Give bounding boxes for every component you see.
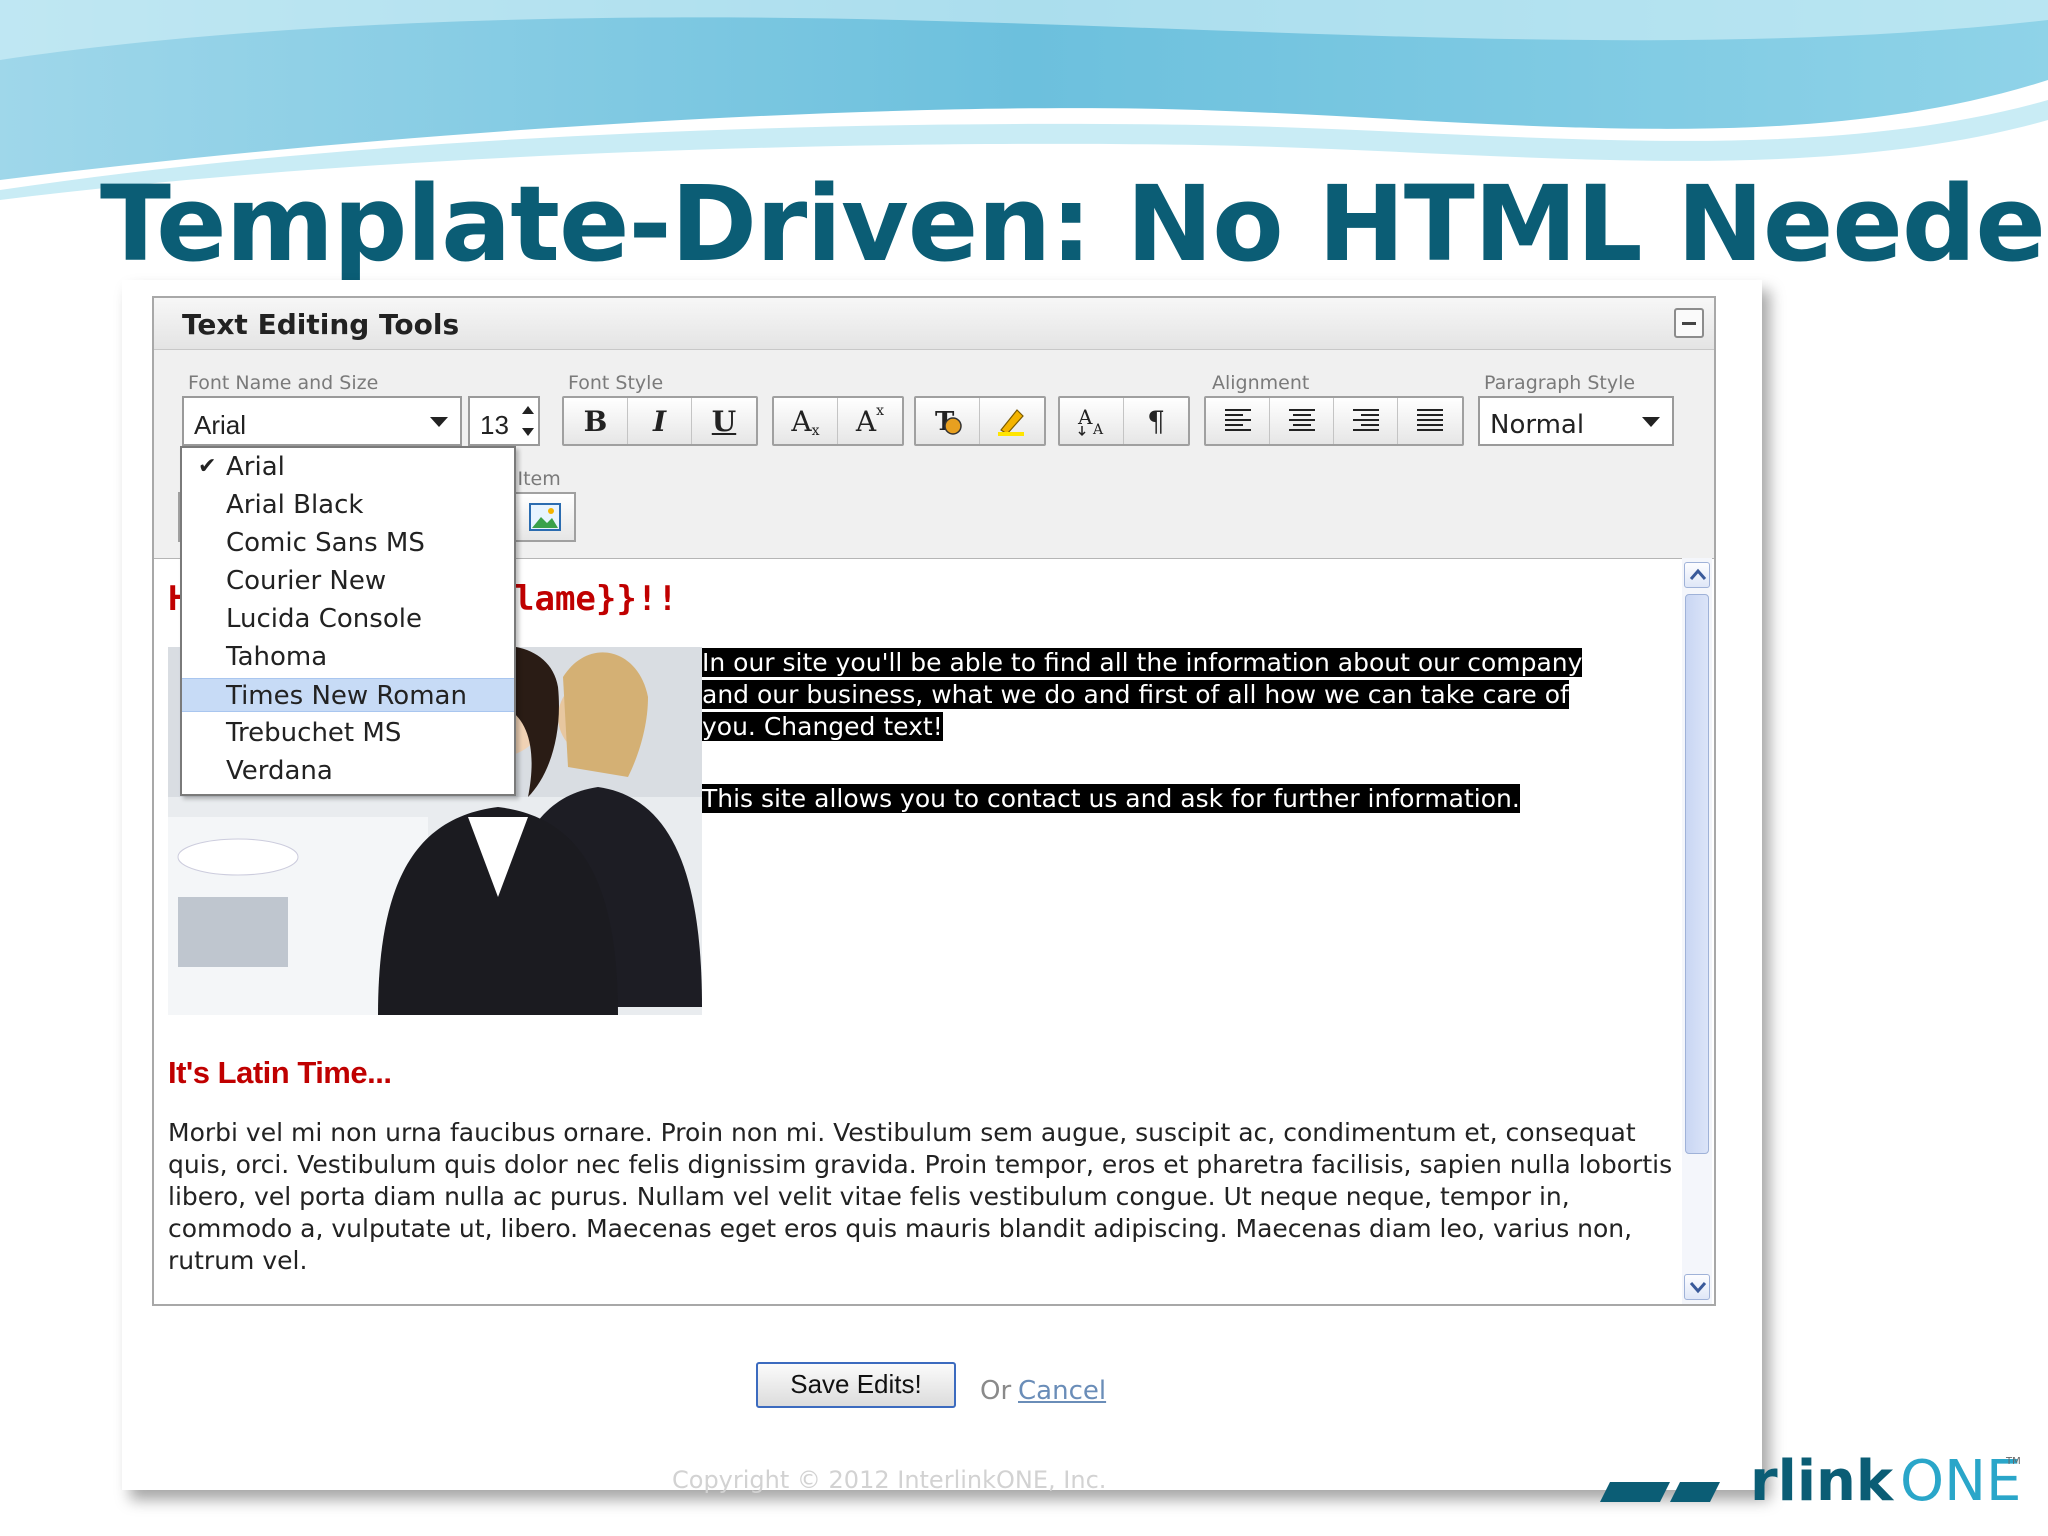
interlinkone-logo: rlink ONE TM — [1600, 1449, 2020, 1512]
alignment-label: Alignment — [1212, 372, 1310, 394]
subscript-button[interactable]: Ax — [774, 398, 838, 444]
font-name-value: Arial — [194, 410, 247, 440]
save-edits-button[interactable]: Save Edits! — [756, 1362, 956, 1408]
chevron-down-icon — [1689, 1282, 1707, 1294]
heading-fragment-right: lame}}!! — [514, 579, 678, 619]
paragraph-marks-button[interactable]: ¶ — [1124, 398, 1188, 444]
scroll-up-button[interactable] — [1684, 562, 1710, 588]
font-resize-button[interactable]: A A — [1060, 398, 1124, 444]
paragraph-style-select[interactable]: Normal — [1478, 396, 1674, 446]
align-justify-icon — [1417, 409, 1443, 431]
font-style-label: Font Style — [568, 372, 664, 394]
latin-heading: It's Latin Time... — [168, 1055, 392, 1090]
font-group-label: Font Name and Size — [188, 372, 379, 394]
misc-group: A A ¶ — [1058, 396, 1190, 446]
font-size-value: 13 — [480, 410, 509, 440]
para1-line-3: you. Changed text! — [702, 712, 943, 741]
alignment-group — [1204, 396, 1464, 446]
selected-paragraph-1: In our site you'll be able to find all t… — [702, 647, 1682, 743]
para1-line-2: and our business, what we do and first o… — [702, 680, 1569, 709]
font-option-courier-new[interactable]: Courier New — [182, 564, 514, 598]
cancel-link[interactable]: Cancel — [1018, 1376, 1106, 1406]
font-option-times-new-roman[interactable]: Times New Roman — [182, 678, 514, 712]
latin-body: Morbi vel mi non urna faucibus ornare. P… — [168, 1118, 1673, 1275]
font-option-arial-black[interactable]: Arial Black — [182, 488, 514, 522]
font-dropdown-menu: ✔ Arial Arial Black Comic Sans MS Courie… — [180, 446, 516, 796]
font-option-verdana[interactable]: Verdana — [182, 754, 514, 788]
font-option-arial[interactable]: ✔ Arial — [182, 450, 514, 484]
spinner-arrows-icon[interactable] — [522, 404, 534, 438]
underline-icon: U — [711, 404, 737, 438]
chevron-down-icon — [1642, 417, 1660, 427]
superscript-button[interactable]: Ax — [838, 398, 902, 444]
align-center-icon — [1288, 409, 1315, 431]
scrollbar-thumb[interactable] — [1685, 594, 1709, 1154]
italic-button[interactable]: I — [628, 398, 692, 444]
align-justify-button[interactable] — [1398, 398, 1462, 444]
text-color-icon: T — [935, 407, 962, 437]
align-left-button[interactable] — [1206, 398, 1270, 444]
pilcrow-icon: ¶ — [1147, 404, 1165, 438]
font-resize-icon: A A — [1077, 405, 1104, 438]
svg-text:ONE: ONE — [1900, 1449, 2020, 1512]
align-right-button[interactable] — [1334, 398, 1398, 444]
or-text: Or — [980, 1376, 1012, 1406]
highlight-button[interactable] — [980, 398, 1044, 444]
panel-header: Text Editing Tools — [154, 298, 1714, 350]
scroll-down-button[interactable] — [1684, 1274, 1710, 1300]
font-size-stepper[interactable]: 13 — [468, 396, 540, 446]
underline-button[interactable]: U — [692, 398, 756, 444]
paragraph-style-label: Paragraph Style — [1484, 372, 1636, 394]
font-option-trebuchet[interactable]: Trebuchet MS — [182, 716, 514, 750]
panel-title: Text Editing Tools — [182, 308, 460, 341]
color-group: T — [914, 396, 1046, 446]
align-center-button[interactable] — [1270, 398, 1334, 444]
selected-paragraph-2: This site allows you to contact us and a… — [702, 783, 1682, 815]
insert-image-button[interactable] — [514, 492, 576, 542]
align-right-icon — [1352, 409, 1379, 431]
bold-icon: B — [583, 404, 608, 438]
svg-text:A: A — [1077, 405, 1093, 429]
svg-text:A: A — [1092, 422, 1104, 438]
vertical-scrollbar[interactable] — [1682, 558, 1712, 1304]
superscript-icon: A — [855, 404, 877, 438]
align-left-icon — [1224, 409, 1251, 431]
para1-line-1: In our site you'll be able to find all t… — [702, 648, 1583, 677]
collapse-icon[interactable] — [1674, 308, 1704, 338]
bold-button[interactable]: B — [564, 398, 628, 444]
svg-text:rlink: rlink — [1750, 1449, 1895, 1512]
paragraph-style-value: Normal — [1490, 410, 1585, 440]
checkmark-icon: ✔ — [198, 454, 217, 479]
text-color-button[interactable]: T — [916, 398, 980, 444]
font-name-select[interactable]: Arial — [182, 396, 462, 446]
svg-text:TM: TM — [2005, 1456, 2020, 1467]
font-option-tahoma[interactable]: Tahoma — [182, 640, 514, 674]
highlighter-icon — [998, 409, 1024, 436]
chevron-up-icon — [1689, 568, 1707, 580]
script-group: Ax Ax — [772, 396, 904, 446]
copyright-text: Copyright © 2012 InterlinkONE, Inc. — [672, 1466, 1107, 1494]
para2-text: This site allows you to contact us and a… — [702, 784, 1520, 813]
subscript-icon: A — [791, 404, 812, 438]
slide-title: Template-Driven: No HTML Needed — [100, 163, 2048, 285]
chevron-down-icon — [430, 417, 448, 427]
italic-icon: I — [652, 404, 667, 438]
font-option-comic-sans[interactable]: Comic Sans MS — [182, 526, 514, 560]
font-option-lucida-console[interactable]: Lucida Console — [182, 602, 514, 636]
font-style-group: B I U — [562, 396, 758, 446]
image-icon — [529, 503, 561, 531]
